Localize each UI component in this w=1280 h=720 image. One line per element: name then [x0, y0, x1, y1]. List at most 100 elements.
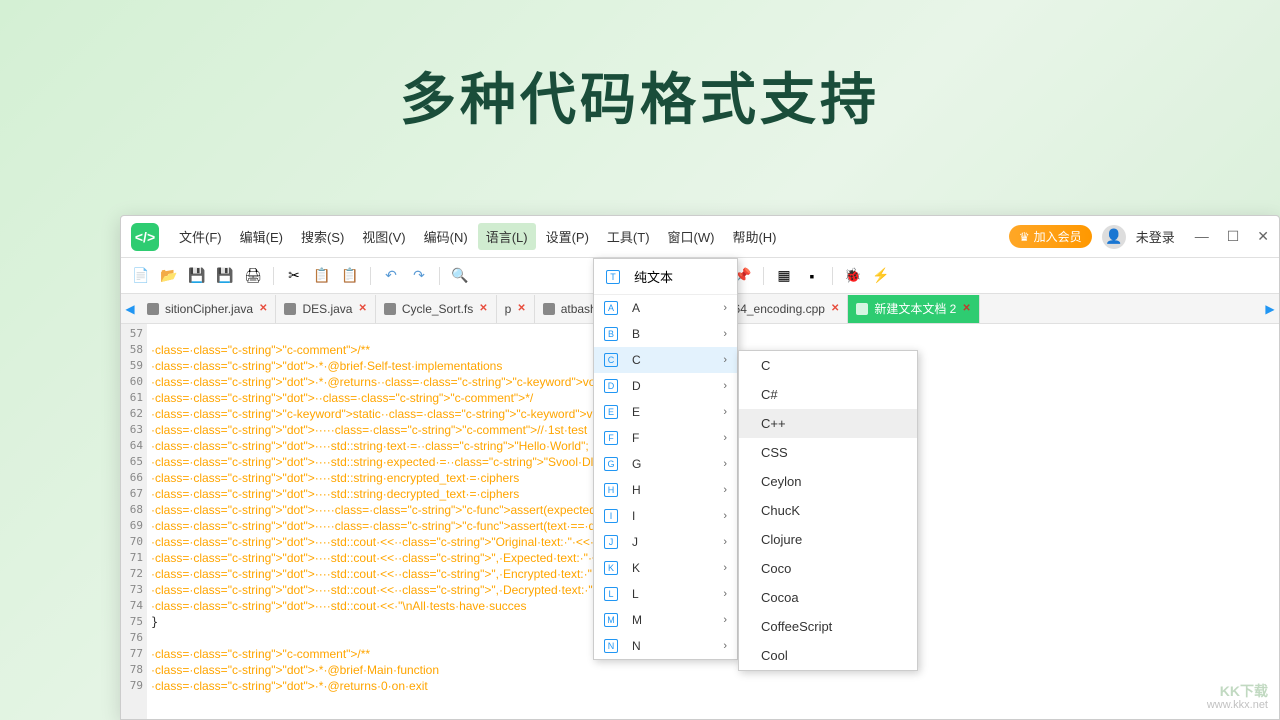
letter-label: H — [632, 483, 709, 497]
copy-icon[interactable]: 📋 — [312, 266, 332, 286]
terminal-icon[interactable]: ▪ — [802, 266, 822, 286]
file-icon — [856, 303, 868, 315]
file-tab-3[interactable]: p✕ — [497, 295, 535, 323]
file-type-icon: B — [604, 327, 618, 341]
menu-item-9[interactable]: 帮助(H) — [724, 223, 784, 250]
tab-close-icon[interactable]: ✕ — [517, 303, 525, 314]
language-letter-H[interactable]: HH› — [594, 477, 737, 503]
file-type-icon: J — [604, 535, 618, 549]
tab-label: DES.java — [302, 302, 352, 316]
file-type-icon: G — [604, 457, 618, 471]
tab-label: 新建文本文档 2 — [874, 300, 956, 317]
lightning-icon[interactable]: ⚡ — [871, 266, 891, 286]
file-icon — [543, 303, 555, 315]
tab-label: p — [505, 302, 512, 316]
language-menu-header[interactable]: T 纯文本 — [594, 259, 737, 295]
language-letter-L[interactable]: LL› — [594, 581, 737, 607]
tab-close-icon[interactable]: ✕ — [358, 303, 366, 314]
chevron-right-icon: › — [723, 640, 727, 652]
grid-icon[interactable]: ▦ — [774, 266, 794, 286]
hero-title: 多种代码格式支持 — [0, 0, 1280, 136]
letter-label: N — [632, 639, 709, 653]
chevron-right-icon: › — [723, 302, 727, 314]
language-option-cool[interactable]: Cool — [739, 641, 917, 670]
vip-badge[interactable]: ♛ 加入会员 — [1009, 225, 1092, 248]
language-letter-M[interactable]: MM› — [594, 607, 737, 633]
new-file-icon[interactable]: 📄 — [131, 266, 151, 286]
language-letter-G[interactable]: GG› — [594, 451, 737, 477]
close-button[interactable]: ✕ — [1257, 228, 1269, 245]
zoom-in-icon[interactable]: 🔍 — [450, 266, 470, 286]
bug-icon[interactable]: 🐞 — [843, 266, 863, 286]
file-type-icon: E — [604, 405, 618, 419]
language-letter-I[interactable]: II› — [594, 503, 737, 529]
language-letter-C[interactable]: CC› — [594, 347, 737, 373]
menu-item-7[interactable]: 工具(T) — [599, 223, 658, 250]
language-option-cocoa[interactable]: Cocoa — [739, 583, 917, 612]
undo-icon[interactable]: ↶ — [381, 266, 401, 286]
save-icon[interactable]: 💾 — [187, 266, 207, 286]
letter-label: I — [632, 509, 709, 523]
menu-item-6[interactable]: 设置(P) — [538, 223, 597, 250]
letter-label: B — [632, 327, 709, 341]
letter-label: G — [632, 457, 709, 471]
avatar-icon[interactable]: 👤 — [1102, 225, 1126, 249]
language-letter-N[interactable]: NN› — [594, 633, 737, 659]
crown-icon: ♛ — [1019, 230, 1030, 244]
chevron-right-icon: › — [723, 614, 727, 626]
language-submenu-c: CC#C++CSSCeylonChucKClojureCocoCocoaCoff… — [738, 350, 918, 671]
menu-item-8[interactable]: 窗口(W) — [660, 223, 723, 250]
user-status: 未登录 — [1136, 227, 1175, 246]
print-icon[interactable]: 🖨 — [243, 266, 263, 286]
menu-item-4[interactable]: 编码(N) — [416, 223, 476, 250]
menu-bar: 文件(F)编辑(E)搜索(S)视图(V)编码(N)语言(L)设置(P)工具(T)… — [171, 223, 1009, 250]
maximize-button[interactable]: ☐ — [1227, 228, 1240, 245]
file-tab-1[interactable]: DES.java ✕ — [276, 295, 375, 323]
tab-close-icon[interactable]: ✕ — [831, 303, 839, 314]
file-tab-0[interactable]: sitionCipher.java✕ — [139, 295, 276, 323]
menu-item-1[interactable]: 编辑(E) — [232, 223, 291, 250]
chevron-right-icon: › — [723, 484, 727, 496]
language-letter-K[interactable]: KK› — [594, 555, 737, 581]
language-option-clojure[interactable]: Clojure — [739, 525, 917, 554]
menu-item-0[interactable]: 文件(F) — [171, 223, 230, 250]
language-option-coffeescript[interactable]: CoffeeScript — [739, 612, 917, 641]
language-option-css[interactable]: CSS — [739, 438, 917, 467]
redo-icon[interactable]: ↷ — [409, 266, 429, 286]
language-letter-A[interactable]: AA› — [594, 295, 737, 321]
save-all-icon[interactable]: 💾 — [215, 266, 235, 286]
plaintext-label: 纯文本 — [634, 267, 673, 286]
file-tab-2[interactable]: Cycle_Sort.fs ✕ — [376, 295, 497, 323]
tab-close-icon[interactable]: ✕ — [962, 303, 970, 314]
menu-item-3[interactable]: 视图(V) — [354, 223, 413, 250]
app-logo-icon: </> — [131, 223, 159, 251]
chevron-right-icon: › — [723, 562, 727, 574]
tab-scroll-left[interactable]: ◀ — [121, 302, 139, 316]
language-option-c[interactable]: C++ — [739, 409, 917, 438]
language-option-ceylon[interactable]: Ceylon — [739, 467, 917, 496]
tab-label: Cycle_Sort.fs — [402, 302, 473, 316]
tab-scroll-right[interactable]: ▶ — [1261, 302, 1279, 316]
paste-icon[interactable]: 📋 — [340, 266, 360, 286]
language-option-chuck[interactable]: ChucK — [739, 496, 917, 525]
language-letter-J[interactable]: JJ› — [594, 529, 737, 555]
language-option-c[interactable]: C — [739, 351, 917, 380]
language-letter-D[interactable]: DD› — [594, 373, 737, 399]
menu-item-2[interactable]: 搜索(S) — [293, 223, 352, 250]
file-icon — [284, 303, 296, 315]
file-type-icon: M — [604, 613, 618, 627]
tab-close-icon[interactable]: ✕ — [479, 303, 487, 314]
minimize-button[interactable]: — — [1195, 228, 1209, 245]
language-option-coco[interactable]: Coco — [739, 554, 917, 583]
menu-item-5[interactable]: 语言(L) — [478, 223, 536, 250]
language-option-c[interactable]: C# — [739, 380, 917, 409]
cut-icon[interactable]: ✂ — [284, 266, 304, 286]
language-letter-B[interactable]: BB› — [594, 321, 737, 347]
open-file-icon[interactable]: 📂 — [159, 266, 179, 286]
file-tab-6[interactable]: 新建文本文档 2 ✕ — [848, 295, 979, 323]
language-letter-F[interactable]: FF› — [594, 425, 737, 451]
file-type-icon: C — [604, 353, 618, 367]
chevron-right-icon: › — [723, 510, 727, 522]
language-letter-E[interactable]: EE› — [594, 399, 737, 425]
tab-close-icon[interactable]: ✕ — [259, 303, 267, 314]
